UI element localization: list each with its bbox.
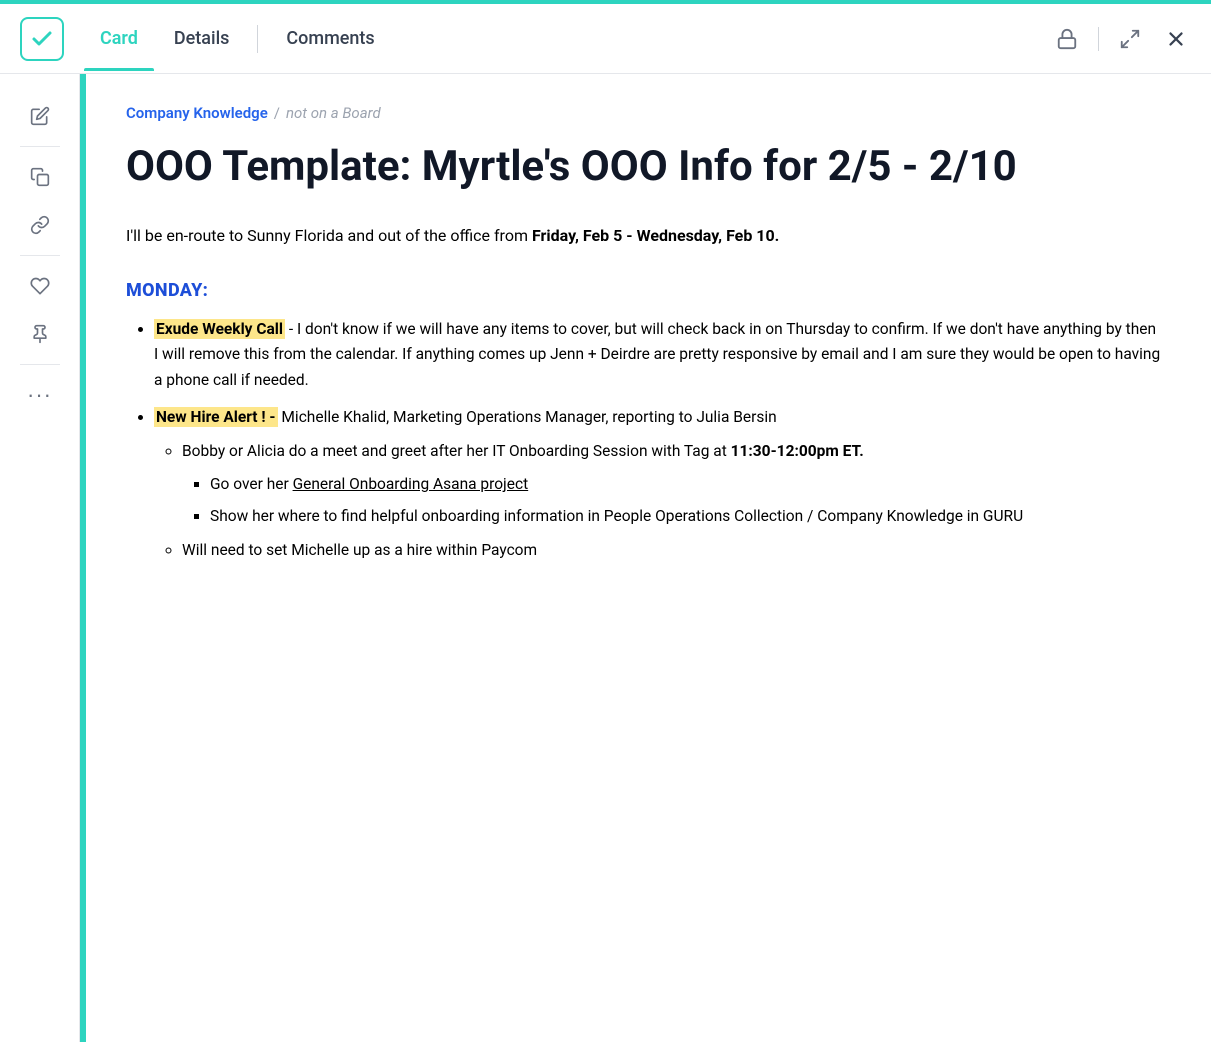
exude-text: - I don't know if we will have any items…: [154, 320, 1160, 389]
new-hire-text: Michelle Khalid, Marketing Operations Ma…: [278, 408, 777, 426]
header: Card Details Comments: [0, 4, 1211, 74]
close-button[interactable]: [1161, 24, 1191, 54]
sidebar-divider-1: [20, 146, 60, 147]
sub-sub-item-guru: Show her where to find helpful onboardin…: [210, 504, 1161, 530]
sub-sub-text1: Go over her: [210, 475, 293, 493]
sidebar: ···: [0, 74, 80, 1042]
tab-details[interactable]: Details: [158, 20, 246, 57]
favorite-button[interactable]: [18, 264, 62, 308]
asana-link[interactable]: General Onboarding Asana project: [293, 475, 529, 493]
breadcrumb-sub: not on a Board: [286, 104, 381, 122]
sub-item-bold: 11:30-12:00pm ET.: [731, 442, 864, 460]
tab-card[interactable]: Card: [84, 20, 154, 57]
tab-bar: Card Details Comments: [84, 20, 1052, 57]
checkbox[interactable]: [20, 17, 64, 61]
duplicate-button[interactable]: [18, 155, 62, 199]
card-title: OOO Template: Myrtle's OOO Info for 2/5 …: [126, 142, 1161, 192]
breadcrumb-link[interactable]: Company Knowledge: [126, 104, 268, 122]
exude-highlight: Exude Weekly Call: [154, 319, 285, 339]
sidebar-divider-2: [20, 255, 60, 256]
breadcrumb: Company Knowledge / not on a Board: [126, 104, 1161, 122]
sub-sub-text2: Show her where to find helpful onboardin…: [210, 507, 1023, 525]
list-item-exude: Exude Weekly Call - I don't know if we w…: [154, 317, 1161, 394]
header-actions: [1052, 24, 1191, 54]
lock-button[interactable]: [1052, 24, 1082, 54]
edit-button[interactable]: [18, 94, 62, 138]
action-divider: [1098, 27, 1099, 51]
sub-sub-list: Go over her General Onboarding Asana pro…: [182, 472, 1161, 529]
breadcrumb-separator: /: [274, 104, 280, 122]
expand-button[interactable]: [1115, 24, 1145, 54]
monday-heading: MONDAY:: [126, 280, 1161, 301]
new-hire-sub-list: Bobby or Alicia do a meet and greet afte…: [154, 439, 1161, 563]
pin-button[interactable]: [18, 312, 62, 356]
sidebar-divider-3: [20, 364, 60, 365]
tab-divider: [257, 25, 258, 53]
intro-text-bold: Friday, Feb 5 - Wednesday, Feb 10.: [532, 226, 779, 245]
sub-sub-item-asana: Go over her General Onboarding Asana pro…: [210, 472, 1161, 498]
intro-paragraph: I'll be en-route to Sunny Florida and ou…: [126, 222, 1161, 249]
card-content: Company Knowledge / not on a Board OOO T…: [86, 74, 1211, 1042]
sub-item-paycom: Will need to set Michelle up as a hire w…: [182, 538, 1161, 564]
sub-item-onboarding: Bobby or Alicia do a meet and greet afte…: [182, 439, 1161, 530]
link-button[interactable]: [18, 203, 62, 247]
tab-comments[interactable]: Comments: [270, 20, 390, 57]
main-layout: ··· Company Knowledge / not on a Board O…: [0, 74, 1211, 1042]
list-item-new-hire: New Hire Alert ! - Michelle Khalid, Mark…: [154, 405, 1161, 563]
sub-item-text1: Bobby or Alicia do a meet and greet afte…: [182, 442, 731, 460]
monday-list: Exude Weekly Call - I don't know if we w…: [126, 317, 1161, 564]
intro-text-part1: I'll be en-route to Sunny Florida and ou…: [126, 226, 532, 245]
more-button[interactable]: ···: [18, 373, 62, 417]
sub-item-paycom-text: Will need to set Michelle up as a hire w…: [182, 541, 537, 559]
new-hire-highlight: New Hire Alert ! -: [154, 407, 278, 427]
